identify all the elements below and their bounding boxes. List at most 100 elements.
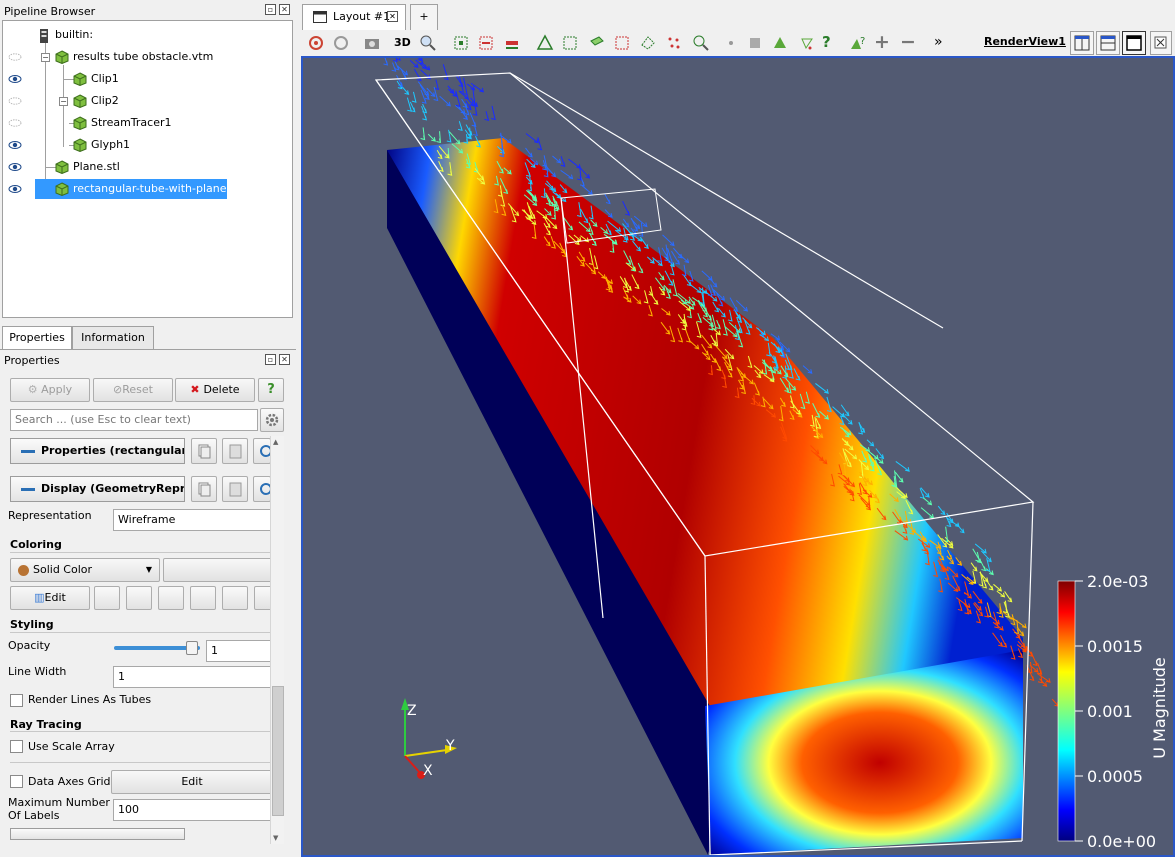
hover-points-icon[interactable] xyxy=(721,33,741,53)
subtract-selection-icon[interactable]: − xyxy=(900,33,920,53)
close-view-button[interactable] xyxy=(1150,31,1172,55)
data-axes-grid-label: Data Axes Grid xyxy=(28,775,111,788)
toggle-3d-button[interactable]: 3D xyxy=(394,33,414,53)
undock-icon[interactable]: ▫ xyxy=(265,354,276,365)
select-surface-cells-icon[interactable] xyxy=(535,33,555,53)
section-display[interactable]: Display (GeometryRepr xyxy=(10,476,185,502)
tree-item-results[interactable]: − results tube obstacle.vtm xyxy=(3,47,292,67)
velocity-glyph xyxy=(409,101,416,113)
collapse-icon[interactable]: − xyxy=(41,53,50,62)
eye-icon[interactable] xyxy=(8,139,22,151)
close-tab-icon[interactable]: ✕ xyxy=(387,11,398,22)
max-labels-label: Maximum Number Of Labels xyxy=(8,796,110,822)
properties-scrollbar[interactable]: ▲ ▼ xyxy=(270,436,284,844)
delete-button[interactable]: ✖ Delete xyxy=(175,378,255,402)
interactive-select-icon[interactable] xyxy=(502,33,522,53)
select-points-icon[interactable] xyxy=(476,33,496,53)
velocity-glyph xyxy=(937,505,946,516)
undock-icon[interactable]: ▫ xyxy=(265,4,276,15)
eye-hidden-icon[interactable] xyxy=(8,117,22,129)
data-axes-grid-checkbox[interactable] xyxy=(10,775,23,788)
grow-selection-icon[interactable] xyxy=(770,33,790,53)
edit-colormap-button[interactable]: ▥Edit xyxy=(10,586,90,610)
copy-button[interactable] xyxy=(191,438,217,464)
find-data-icon[interactable]: ? xyxy=(848,33,868,53)
rescale-temporal-button[interactable] xyxy=(158,586,184,610)
reset-camera-closest-icon[interactable] xyxy=(331,33,351,53)
render-view[interactable]: Z Y X 2.0e-03 0.0015 0.001 0.0005 0.0e+0… xyxy=(301,56,1175,857)
help-button[interactable]: ? xyxy=(258,378,284,402)
rescale-custom-button[interactable] xyxy=(126,586,152,610)
apply-button[interactable]: ⚙ Apply xyxy=(10,378,90,402)
axis-label-y: Y xyxy=(445,738,455,754)
coloring-select[interactable]: Solid Color ▼ xyxy=(10,558,160,582)
tree-item-rectangular-tube[interactable]: rectangular-tube-with-plane.stl xyxy=(3,179,292,199)
data-axes-edit-button[interactable]: Edit xyxy=(111,770,273,794)
extract-selection-icon[interactable] xyxy=(745,33,765,53)
tree-item-clip2[interactable]: − Clip2 xyxy=(3,91,292,111)
tree-item-glyph1[interactable]: Glyph1 xyxy=(3,135,292,155)
section-next[interactable] xyxy=(10,828,185,840)
select-frustum-icon[interactable] xyxy=(587,33,607,53)
rescale-button[interactable] xyxy=(94,586,120,610)
maximize-view-button[interactable] xyxy=(1122,31,1146,55)
close-icon[interactable]: ✕ xyxy=(279,4,290,15)
pipeline-tree[interactable]: builtin: − results tube obstacle.vtm Cli… xyxy=(2,20,293,318)
select-blocks-icon[interactable] xyxy=(664,33,684,53)
tab-properties[interactable]: Properties xyxy=(2,326,72,350)
copy-button[interactable] xyxy=(191,476,217,502)
close-icon[interactable]: ✕ xyxy=(279,354,290,365)
rescale-visible-button[interactable] xyxy=(190,586,216,610)
shrink-selection-icon[interactable] xyxy=(796,33,816,53)
render-tubes-checkbox[interactable] xyxy=(10,694,23,707)
select-frustum-points-icon[interactable] xyxy=(612,33,632,53)
zoom-to-box-icon[interactable] xyxy=(418,33,438,53)
search-input[interactable]: Search ... (use Esc to clear text) xyxy=(10,409,258,431)
scroll-up-icon[interactable]: ▲ xyxy=(273,438,278,446)
section-properties[interactable]: Properties (rectangular xyxy=(10,438,185,464)
velocity-glyph xyxy=(383,58,389,66)
component-select[interactable] xyxy=(163,558,273,582)
collapse-icon[interactable]: − xyxy=(59,97,68,106)
opacity-input[interactable]: 1 xyxy=(206,640,273,662)
choose-preset-button[interactable] xyxy=(222,586,248,610)
advanced-settings-button[interactable] xyxy=(260,408,284,432)
tree-item-clip1[interactable]: Clip1 xyxy=(3,69,292,89)
paste-button[interactable] xyxy=(222,438,248,464)
copy-icon xyxy=(198,482,211,497)
eye-icon[interactable] xyxy=(8,183,22,195)
reload-button[interactable] xyxy=(253,476,272,502)
interactive-select-points-icon[interactable] xyxy=(691,33,711,53)
hover-cells-icon[interactable]: ? xyxy=(822,33,842,53)
tab-layout-1[interactable]: Layout #1 ✕ xyxy=(302,4,406,30)
split-vertical-button[interactable] xyxy=(1096,31,1120,55)
scrollbar-thumb[interactable] xyxy=(272,686,284,816)
use-scale-array-checkbox[interactable] xyxy=(10,740,23,753)
camera-icon[interactable] xyxy=(362,33,382,53)
eye-icon[interactable] xyxy=(8,161,22,173)
tree-item-builtin[interactable]: builtin: xyxy=(3,25,292,45)
toolbar-overflow-button[interactable]: » xyxy=(934,33,954,53)
select-cells-icon[interactable] xyxy=(451,33,471,53)
tab-information[interactable]: Information xyxy=(72,326,154,350)
select-polygon-icon[interactable] xyxy=(638,33,658,53)
tree-item-plane[interactable]: Plane.stl xyxy=(3,157,292,177)
opacity-slider-handle[interactable] xyxy=(186,641,198,655)
add-layout-tab[interactable]: + xyxy=(410,4,438,30)
reload-button[interactable] xyxy=(253,438,272,464)
paste-button[interactable] xyxy=(222,476,248,502)
scroll-down-icon[interactable]: ▼ xyxy=(273,834,278,842)
line-width-input[interactable]: 1 xyxy=(113,666,273,688)
representation-select[interactable]: Wireframe xyxy=(113,509,273,531)
eye-icon[interactable] xyxy=(8,73,22,85)
eye-hidden-icon[interactable] xyxy=(8,51,22,63)
eye-hidden-icon[interactable] xyxy=(8,95,22,107)
max-labels-input[interactable]: 100 xyxy=(113,799,273,821)
select-surface-points-icon[interactable] xyxy=(560,33,580,53)
reset-camera-icon[interactable] xyxy=(306,33,326,53)
velocity-glyph xyxy=(582,185,593,195)
reset-button[interactable]: ⊘Reset xyxy=(93,378,173,402)
tree-item-streamtracer1[interactable]: StreamTracer1 xyxy=(3,113,292,133)
split-horizontal-button[interactable] xyxy=(1070,31,1094,55)
add-selection-icon[interactable]: + xyxy=(874,33,894,53)
